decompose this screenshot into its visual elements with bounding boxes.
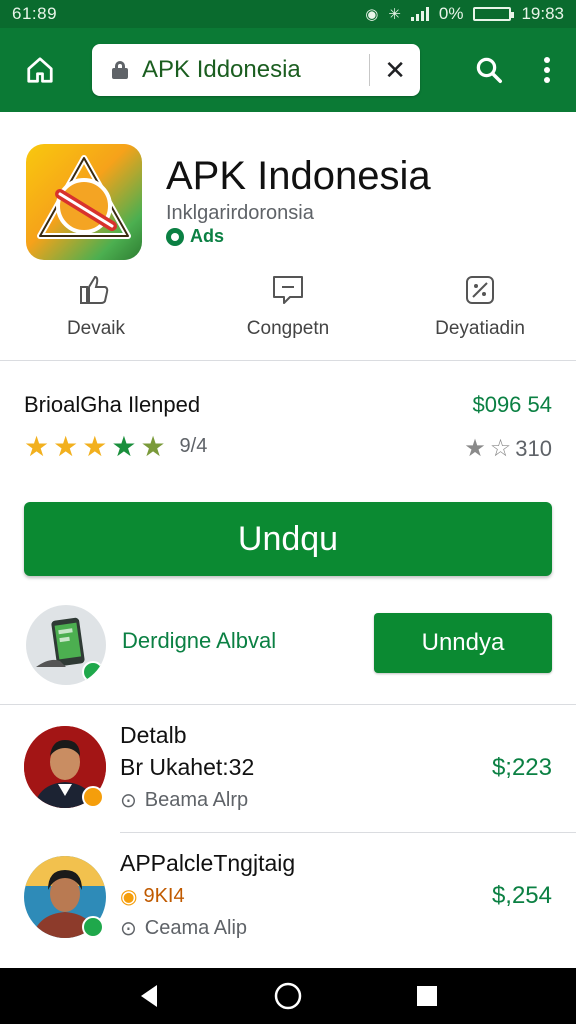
more-vert-icon[interactable]: [542, 55, 552, 85]
home-button[interactable]: [0, 28, 80, 112]
list-item-title: Detalb: [120, 722, 187, 748]
action-row: Devaik Congpetn Deyatiadin: [0, 272, 576, 340]
home-circle-icon[interactable]: [274, 982, 302, 1010]
action-like[interactable]: Devaik: [0, 272, 192, 340]
action-message-label: Congpetn: [246, 318, 330, 339]
download-button[interactable]: Undqu: [24, 502, 552, 576]
action-share[interactable]: Deyatiadin: [384, 272, 576, 340]
list-item-location-text: Beama Alrp: [144, 789, 249, 811]
list-item-location: ⊙ Ceama Alip: [120, 916, 247, 941]
star-outline-icon: ☆: [489, 435, 512, 462]
star-icon: ★: [24, 431, 50, 462]
list-item-price: $,254: [491, 882, 552, 909]
list-item-title: APPalcleTngjtaig: [120, 850, 296, 876]
vibrate-icon: ✳: [388, 6, 401, 23]
promo-download-button[interactable]: Unndya: [374, 613, 552, 673]
divider: [120, 832, 576, 833]
rating-summary-value: 310: [515, 435, 552, 461]
rating-count: 9/4: [179, 435, 208, 457]
system-nav-bar: [0, 968, 576, 1024]
promo-label: Derdigne Albval: [122, 628, 277, 653]
divider: [0, 360, 576, 361]
promo-avatar: [26, 605, 106, 685]
action-message[interactable]: Congpetn: [192, 272, 384, 340]
star-icon: ★: [111, 431, 137, 462]
list-item-price: $;223: [491, 754, 552, 781]
share-icon: [466, 276, 494, 304]
app-tag: Ads: [166, 226, 224, 247]
rating-summary: ★ ☆ 310: [464, 434, 552, 463]
list-item[interactable]: Detalb Br Ukahet:32 ⊙ Beama Alrp $;223: [0, 706, 576, 834]
verified-badge-icon: [82, 916, 104, 938]
browser-toolbar: APK Iddonesia ✕: [0, 28, 576, 112]
url-separator: [369, 54, 371, 86]
signal-icon: [410, 7, 429, 21]
divider: [0, 704, 576, 705]
clock-icon: ◉: [120, 886, 138, 908]
status-bar: 61:89 ◉ ✳ 0% 19:83: [0, 0, 576, 28]
list-item[interactable]: APPalcleTngjtaig ◉ 9KI4 ⊙ Ceama Alip $,2…: [0, 834, 576, 962]
location-icon: ⊙: [120, 790, 137, 812]
rating-title: BrioalGha Ilenped: [24, 392, 201, 417]
list-item-subtitle: 9KI4: [143, 885, 185, 907]
lock-icon: [112, 61, 128, 79]
app-developer[interactable]: Inklgarirdoronsia: [166, 202, 314, 225]
recents-icon[interactable]: [415, 984, 439, 1008]
list-item-subtitle-row: ◉ 9KI4: [120, 884, 185, 909]
status-time-left: 61:89: [12, 4, 58, 23]
home-icon: [27, 57, 53, 83]
close-icon[interactable]: ✕: [384, 55, 406, 86]
search-icon[interactable]: [474, 55, 504, 85]
star-icon: ★: [464, 435, 486, 462]
app-logo-icon: [26, 144, 142, 260]
battery-icon: [473, 7, 515, 21]
ads-icon: [166, 227, 184, 246]
status-time-right: 19:83: [521, 4, 564, 23]
app-tag-label: Ads: [190, 226, 225, 246]
star-rating: ★ ★ ★ ★ ★ 9/4: [24, 430, 207, 463]
battery-percent: 0%: [438, 4, 464, 23]
rating-price: $096 54: [472, 392, 552, 417]
star-half-icon: ★: [140, 431, 166, 462]
address-bar[interactable]: APK Iddonesia ✕: [92, 44, 420, 96]
eye-icon: ◉: [365, 6, 379, 23]
app-header: APK Indonesia Inklgarirdoronsia Ads Deva…: [0, 112, 576, 360]
list-item-subtitle: Br Ukahet:32: [120, 754, 255, 780]
list-item-location-text: Ceama Alip: [144, 917, 248, 939]
url-text[interactable]: APK Iddonesia: [142, 56, 355, 84]
verified-badge-icon: [82, 786, 104, 808]
heart-badge-icon: [82, 661, 104, 683]
message-icon: [273, 276, 303, 304]
back-icon[interactable]: [137, 983, 161, 1009]
star-icon: ★: [53, 431, 79, 462]
star-icon: ★: [82, 431, 108, 462]
action-share-label: Deyatiadin: [435, 318, 525, 339]
action-like-label: Devaik: [66, 318, 126, 339]
list-item-location: ⊙ Beama Alrp: [120, 788, 248, 813]
like-icon: [80, 275, 109, 304]
app-title: APK Indonesia: [166, 154, 431, 198]
location-icon: ⊙: [120, 918, 137, 940]
